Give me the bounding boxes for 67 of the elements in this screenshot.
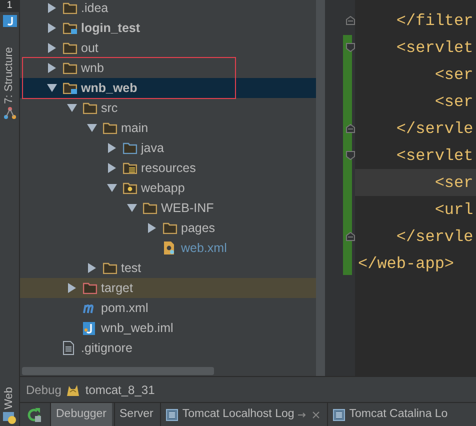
app-icon[interactable] — [2, 15, 16, 27]
collapsed-arrow-icon[interactable] — [147, 223, 157, 233]
tree-item[interactable]: web.xml — [20, 238, 316, 258]
fold-icon[interactable] — [346, 151, 355, 160]
close-icon[interactable] — [312, 410, 320, 418]
restart-icon[interactable] — [26, 406, 42, 422]
project-tab[interactable]: 1 — [0, 0, 20, 12]
tree-item[interactable]: WEB-INF — [20, 198, 316, 218]
tree-item[interactable]: test — [20, 258, 316, 278]
folder-icon — [63, 2, 77, 14]
folder-icon — [103, 262, 117, 274]
log-icon — [333, 408, 346, 420]
structure-tab[interactable]: 7: Structure — [1, 47, 18, 104]
file-icon — [63, 341, 74, 355]
tree-item[interactable]: out — [20, 38, 316, 58]
fold-icon[interactable] — [346, 232, 355, 241]
folder-icon — [63, 82, 77, 94]
folder-icon — [103, 122, 117, 134]
tree-item[interactable]: wnb_web.iml — [20, 318, 316, 338]
cat-icon — [65, 382, 82, 396]
run-config-name[interactable]: tomcat_8_31 — [85, 380, 155, 398]
code-line: </filter — [395, 10, 474, 32]
tree-item[interactable]: resources — [20, 158, 316, 178]
debug-label: Debug — [26, 382, 62, 398]
fold-icon[interactable] — [346, 124, 355, 133]
folder-icon — [63, 42, 77, 54]
web-tab[interactable]: Web — [1, 386, 18, 409]
tree-item[interactable]: wnb_web — [20, 78, 316, 98]
tree-item[interactable]: java — [20, 138, 316, 158]
tree-item[interactable]: main — [20, 118, 316, 138]
folder-icon — [123, 162, 137, 174]
pin-icon[interactable] — [298, 410, 308, 418]
code-line: <ser — [434, 92, 474, 112]
tree-item[interactable]: wnb — [20, 58, 316, 78]
fold-icon[interactable] — [346, 16, 355, 25]
module-file-icon — [83, 322, 95, 334]
tree-item[interactable]: .idea — [20, 0, 316, 18]
folder-icon — [83, 102, 97, 114]
code-line: </servle — [395, 118, 474, 140]
tree-item[interactable]: pages — [20, 218, 316, 238]
folder-icon — [83, 282, 97, 294]
folder-icon — [63, 22, 77, 34]
xml-file-icon — [163, 241, 175, 255]
tree-item[interactable]: target — [20, 278, 316, 298]
fold-icon[interactable] — [346, 43, 355, 52]
folder-icon — [63, 62, 77, 74]
web-icon[interactable] — [2, 412, 16, 424]
code-line: <servlet — [395, 146, 474, 166]
tree-item[interactable]: pom.xml — [20, 298, 316, 318]
folder-icon — [163, 222, 177, 234]
tree-item[interactable]: .gitignore — [20, 338, 316, 358]
code-line: <servlet — [395, 38, 474, 58]
vertical-scrollbar[interactable] — [316, 0, 325, 376]
tree-item[interactable]: login_test — [20, 18, 316, 38]
structure-icon[interactable] — [4, 106, 16, 119]
code-line: <ser — [434, 64, 474, 86]
tree-item[interactable]: src — [20, 98, 316, 118]
folder-icon — [123, 142, 137, 154]
folder-icon — [123, 182, 137, 194]
tree-item[interactable]: webapp — [20, 178, 316, 198]
horizontal-scrollbar[interactable] — [22, 367, 214, 375]
log-icon — [166, 408, 178, 420]
folder-icon — [143, 202, 157, 214]
debug-tab[interactable]: Debugger — [50, 403, 112, 426]
code-line: </servle — [395, 226, 474, 248]
code-line: <url — [434, 200, 474, 220]
code-line: </web-app> — [357, 254, 456, 274]
